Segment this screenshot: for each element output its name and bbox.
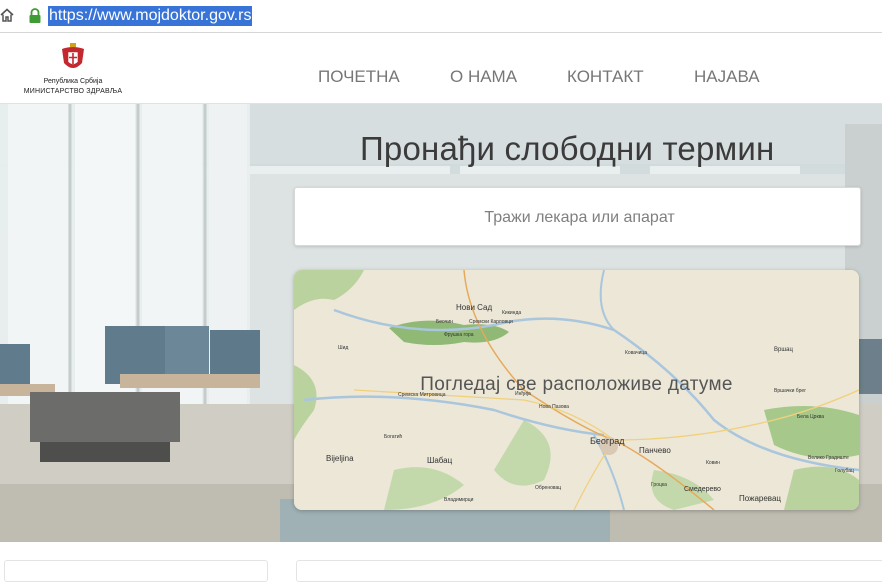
site-header: Република Србија МИНИСТАРСТВО ЗДРАВЉА ПО… bbox=[0, 33, 882, 104]
map-label: Сремски Карловци bbox=[469, 319, 513, 325]
hero-section: Пронађи слободни термин Тражи лекара или… bbox=[0, 104, 882, 542]
view-all-dates-link[interactable]: Погледај све расположиве датуме bbox=[294, 374, 859, 396]
map-label: Беочин bbox=[436, 319, 453, 325]
content-card bbox=[296, 560, 882, 582]
home-icon[interactable] bbox=[0, 8, 14, 22]
search-box[interactable] bbox=[294, 187, 864, 247]
logo-text-republic: Република Србија bbox=[43, 78, 103, 85]
map-label: Фрушка гора bbox=[444, 332, 474, 338]
ministry-logo[interactable]: Република Србија МИНИСТАРСТВО ЗДРАВЉА bbox=[10, 41, 122, 99]
map-label: Обреновац bbox=[535, 485, 562, 491]
map-label: Владимирци bbox=[444, 497, 474, 503]
nav-item-contact[interactable]: КОНТАКТ bbox=[567, 67, 644, 87]
logo-text-ministry: МИНИСТАРСТВО ЗДРАВЉА bbox=[23, 88, 123, 95]
search-input[interactable] bbox=[295, 188, 864, 247]
map-label: Вршац bbox=[774, 347, 793, 353]
coat-of-arms-icon bbox=[60, 43, 86, 75]
map-label: Bijeljina bbox=[326, 454, 354, 463]
map-label: Богатић bbox=[384, 434, 403, 440]
map-label: Београд bbox=[590, 436, 625, 446]
browser-address-bar: https://www.mojdoktor.gov.rs bbox=[0, 0, 882, 33]
map-label: Ковин bbox=[706, 460, 720, 466]
nav-item-about[interactable]: О НАМА bbox=[450, 67, 517, 87]
url-field[interactable]: https://www.mojdoktor.gov.rs bbox=[48, 6, 253, 26]
map-label: Пожаревац bbox=[739, 494, 781, 503]
nav-item-home[interactable]: ПОЧЕТНА bbox=[318, 67, 400, 87]
map-label: Гроцка bbox=[651, 482, 667, 488]
hero-title: Пронађи слободни термин bbox=[360, 130, 775, 167]
lock-icon[interactable] bbox=[28, 8, 42, 24]
map-panel[interactable]: Нови Сад Кикинда Беочин Сремски Карловци… bbox=[294, 270, 859, 510]
content-strip bbox=[0, 542, 882, 582]
map-label: Ковачица bbox=[625, 350, 648, 356]
map-label: Смедерево bbox=[684, 486, 721, 493]
map-label: Нова Пазова bbox=[539, 404, 569, 410]
map-label: Шид bbox=[338, 345, 349, 351]
map-label: Кикинда bbox=[502, 310, 522, 316]
map-label: Голубац bbox=[835, 468, 854, 474]
map-label: Панчево bbox=[639, 446, 671, 455]
nav-item-announcement[interactable]: НАЈАВА bbox=[694, 67, 760, 87]
map-label: Шабац bbox=[427, 456, 453, 465]
map-label: Нови Сад bbox=[456, 303, 493, 312]
content-card bbox=[4, 560, 268, 582]
map-label: Велико Градиште bbox=[808, 455, 849, 461]
map-label: Бела Црква bbox=[797, 414, 825, 420]
